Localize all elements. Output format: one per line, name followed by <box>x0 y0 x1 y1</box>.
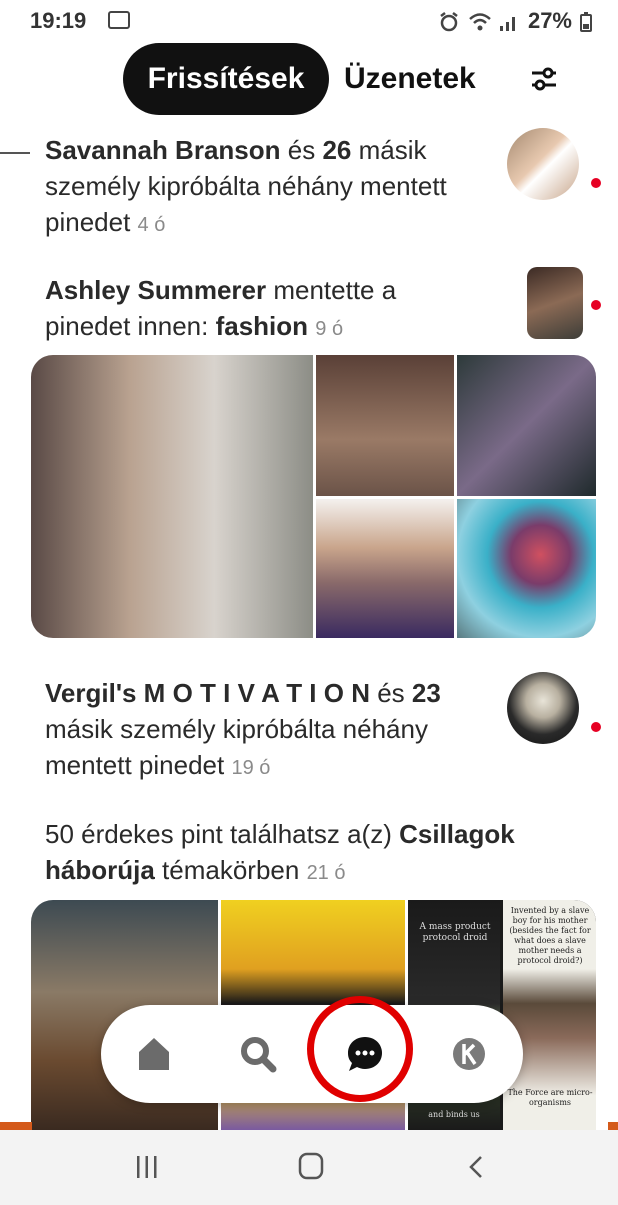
filter-sliders-icon[interactable] <box>528 63 560 95</box>
avatar[interactable] <box>507 128 579 200</box>
avatar[interactable] <box>527 267 583 339</box>
pin-image[interactable] <box>457 499 596 638</box>
battery-percentage: 27% <box>527 8 572 33</box>
recent-apps-icon[interactable] <box>135 1154 159 1180</box>
tab-updates[interactable]: Frissítések <box>123 43 329 115</box>
feed-time: 21 ó <box>306 862 346 884</box>
unread-dot <box>591 178 601 188</box>
search-icon[interactable] <box>238 1034 278 1074</box>
unread-dot <box>591 300 601 310</box>
feed-count: 23 <box>411 678 441 708</box>
profile-avatar-icon[interactable] <box>449 1034 489 1074</box>
avatar[interactable] <box>507 672 579 744</box>
status-right: 27% <box>438 8 592 34</box>
alarm-icon <box>438 12 460 32</box>
signal-icon <box>498 12 520 31</box>
tab-messages[interactable]: Üzenetek <box>344 43 476 115</box>
pin-caption: A mass product protocol droid <box>419 922 491 943</box>
actor-name: Savannah Branson <box>45 135 281 165</box>
status-time: 19:19 <box>30 8 87 33</box>
unread-dot <box>591 722 601 732</box>
feed-count: 26 <box>322 135 352 165</box>
pin-mosaic[interactable] <box>31 355 596 638</box>
gallery-icon <box>108 11 130 29</box>
pin-caption: The Force are micro-organisms <box>507 1088 593 1107</box>
pin-image[interactable] <box>316 499 454 638</box>
pin-image[interactable] <box>31 355 313 638</box>
feed-item-text[interactable]: Vergil's M O T I V A T I O N és 23 másik… <box>45 675 495 786</box>
feed-item-text[interactable]: Savannah Branson és 26 másik személy kip… <box>45 132 485 243</box>
back-button-icon[interactable] <box>466 1154 486 1180</box>
feed-time: 4 ó <box>137 214 166 236</box>
feed-text-part: és <box>369 678 412 708</box>
divider <box>0 152 30 154</box>
board-name: fashion <box>215 311 309 341</box>
system-nav-bar <box>0 1130 618 1205</box>
feed-time: 19 ó <box>231 757 271 779</box>
feed-text-part: témakörben <box>154 855 300 885</box>
feed-time: 9 ó <box>315 318 344 340</box>
home-button-icon[interactable] <box>298 1152 324 1180</box>
pin-caption: Invented by a slave boy for his mother (… <box>509 906 591 965</box>
feed-item-text[interactable]: 50 érdekes pint találhatsz a(z) Csillago… <box>45 816 595 891</box>
actor-name: Ashley Summerer <box>45 275 267 305</box>
pin-image[interactable] <box>316 355 454 496</box>
highlight-circle <box>307 996 413 1102</box>
pin-image[interactable] <box>457 355 596 496</box>
feed-item-text[interactable]: Ashley Summerer mentette a pinedet innen… <box>45 272 485 347</box>
feed-text-part: 50 érdekes pint találhatsz a(z) <box>45 819 400 849</box>
actor-name: Vergil's M O T I V A T I O N <box>45 678 370 708</box>
status-bar: 19:19 27% <box>0 0 618 40</box>
pin-caption: and binds us <box>428 1110 480 1119</box>
home-icon[interactable] <box>134 1034 174 1074</box>
battery-icon <box>580 12 592 32</box>
feed-text-part: és <box>280 135 323 165</box>
wifi-icon <box>468 12 491 31</box>
